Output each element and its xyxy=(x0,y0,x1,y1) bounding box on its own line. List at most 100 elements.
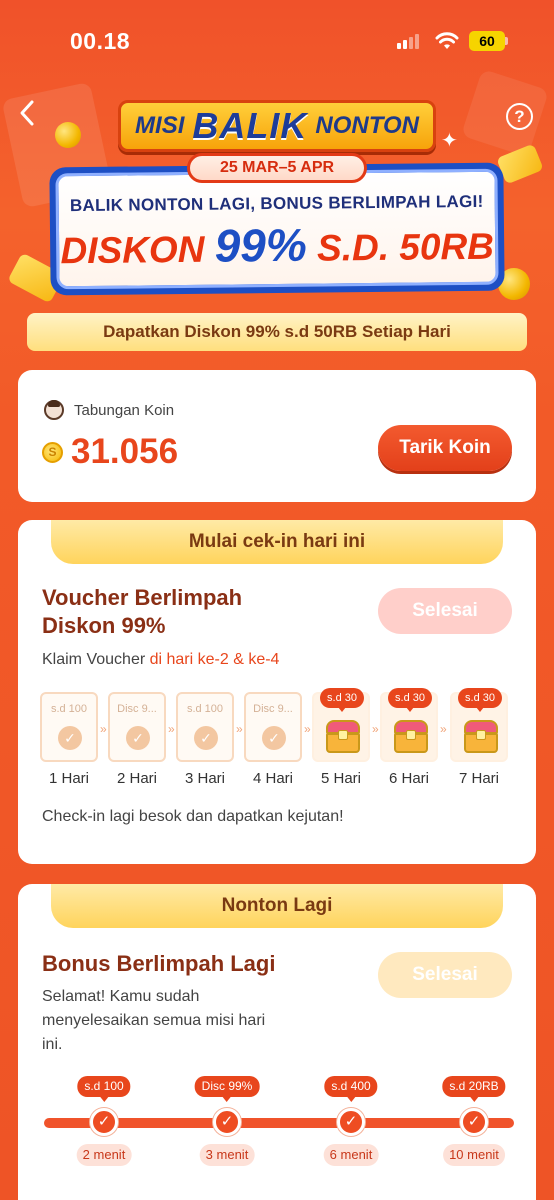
battery-tip xyxy=(505,37,508,45)
promo-inner: BALIK NONTON LAGI, BONUS BERLIMPAH LAGI!… xyxy=(55,168,499,290)
title-left: MISI xyxy=(135,112,185,139)
watch-again-desc: Selamat! Kamu sudah menyelesaikan semua … xyxy=(42,985,265,1057)
day-label: 6 Hari xyxy=(388,770,429,787)
day-box: s.d 100 ✓ xyxy=(176,692,234,762)
promo-suffix: S.D. 50RB xyxy=(316,225,495,269)
desc-line: menyelesaikan semua misi hari xyxy=(42,1012,266,1029)
coin-value-row: S 31.056 xyxy=(42,432,178,472)
day-box: Disc 9... ✓ xyxy=(244,692,302,762)
promo-prefix: DISKON xyxy=(60,228,205,272)
promo-discount: DISKON 99% S.D. 50RB xyxy=(59,216,496,275)
daily-discount-subtitle: Dapatkan Diskon 99% s.d 50RB Setiap Hari xyxy=(27,313,527,351)
coin-savings-label: Tabungan Koin xyxy=(74,401,175,419)
milestone-reward: s.d 100 xyxy=(77,1076,131,1102)
checkin-day[interactable]: s.d 100 ✓ 1 Hari xyxy=(40,692,102,787)
wifi-icon xyxy=(435,32,459,49)
checkin-title-line1: Voucher Berlimpah xyxy=(42,585,243,610)
check-icon: ✓ xyxy=(337,1108,365,1136)
avatar-icon xyxy=(44,400,64,420)
status-time: 00.18 xyxy=(70,28,131,54)
check-icon: ✓ xyxy=(213,1108,241,1136)
title-right: NONTON xyxy=(315,112,419,139)
chevron-right-icon: » xyxy=(440,722,447,736)
check-icon: ✓ xyxy=(262,726,286,750)
desc-line: Selamat! Kamu sudah xyxy=(42,988,200,1005)
chevron-right-icon: » xyxy=(304,722,311,736)
withdraw-coin-button[interactable]: Tarik Koin xyxy=(378,425,512,471)
day-label: 7 Hari xyxy=(458,770,499,787)
signal-icon xyxy=(397,33,419,49)
check-icon: ✓ xyxy=(460,1108,488,1136)
sparkle-icon: ✦ xyxy=(441,130,458,152)
checkin-desc-prefix: Klaim Voucher xyxy=(42,651,150,668)
coin-decor xyxy=(55,122,81,148)
promo-percent: 99% xyxy=(214,218,308,272)
coin-balance: 31.056 xyxy=(71,432,179,471)
day-box: s.d 30 xyxy=(450,688,508,762)
day-amount: Disc 9... xyxy=(117,703,157,715)
watch-again-done-button[interactable]: Selesai xyxy=(378,952,512,998)
checkin-day[interactable]: Disc 9... ✓ 4 Hari xyxy=(244,692,306,787)
day-amount: s.d 100 xyxy=(186,703,224,715)
milestone-label: 3 menit xyxy=(199,1144,255,1166)
watch-again-card: Nonton Lagi Bonus Berlimpah Lagi Selesai… xyxy=(18,884,536,1200)
milestone-reward: s.d 20RB xyxy=(442,1076,506,1102)
coin-savings-card: Tabungan Koin S 31.056 Tarik Koin xyxy=(18,370,536,502)
checkin-title: Voucher Berlimpah Diskon 99% xyxy=(42,584,242,640)
coin-icon: S xyxy=(42,441,63,463)
day-box: s.d 30 xyxy=(312,688,370,762)
title-center: BALIK xyxy=(192,105,308,146)
checkin-day[interactable]: s.d 30 5 Hari xyxy=(312,688,374,787)
milestone-label: 6 menit xyxy=(323,1144,379,1166)
checkin-day[interactable]: s.d 30 7 Hari xyxy=(450,688,512,787)
decor-shape xyxy=(460,68,550,158)
checkin-desc-highlight: di hari ke-2 & ke-4 xyxy=(149,651,280,668)
mission-title-banner: MISI BALIK NONTON xyxy=(118,100,436,152)
day-label: 5 Hari xyxy=(320,770,361,787)
day-box: s.d 30 xyxy=(380,688,438,762)
coin-label-row: Tabungan Koin xyxy=(44,400,174,420)
checkin-desc: Klaim Voucher di hari ke-2 & ke-4 xyxy=(42,648,279,672)
chevron-right-icon: » xyxy=(168,722,175,736)
milestone-reward: s.d 400 xyxy=(324,1076,378,1102)
checkin-days: s.d 100 ✓ 1 Hari » Disc 9... ✓ 2 Hari » … xyxy=(40,688,520,792)
treasure-chest-icon xyxy=(394,720,428,754)
day-label: 2 Hari xyxy=(116,770,157,787)
status-bar: 00.18 60 xyxy=(0,0,554,80)
battery-icon: 60 xyxy=(469,31,505,51)
day-label: 1 Hari xyxy=(48,770,89,787)
watch-again-ribbon: Nonton Lagi xyxy=(51,884,503,928)
watch-progress: s.d 100 ✓ 2 menit Disc 99% ✓ 3 menit s.d… xyxy=(44,1062,514,1166)
reward-tag: s.d 30 xyxy=(320,688,364,712)
checkin-ribbon: Mulai cek-in hari ini xyxy=(51,520,503,564)
day-amount: Disc 9... xyxy=(253,703,293,715)
checkin-title-line2: Diskon 99% xyxy=(42,613,166,638)
milestone-label: 10 menit xyxy=(443,1144,505,1166)
date-range-badge: 25 MAR–5 APR xyxy=(187,153,367,183)
checkin-done-button[interactable]: Selesai xyxy=(378,588,512,634)
checkin-card: Mulai cek-in hari ini Voucher Berlimpah … xyxy=(18,520,536,864)
chevron-right-icon: » xyxy=(100,722,107,736)
day-box: Disc 9... ✓ xyxy=(108,692,166,762)
reward-tag: s.d 30 xyxy=(458,688,502,712)
treasure-chest-icon xyxy=(326,720,360,754)
treasure-chest-icon xyxy=(464,720,498,754)
day-label: 3 Hari xyxy=(184,770,225,787)
check-icon: ✓ xyxy=(194,726,218,750)
checkin-day[interactable]: s.d 30 6 Hari xyxy=(380,688,442,787)
check-icon: ✓ xyxy=(90,1108,118,1136)
check-icon: ✓ xyxy=(126,726,150,750)
desc-line: ini. xyxy=(42,1036,63,1053)
watch-again-title: Bonus Berlimpah Lagi xyxy=(42,951,276,976)
check-icon: ✓ xyxy=(58,726,82,750)
reward-tag: s.d 30 xyxy=(388,688,432,712)
milestone-reward: Disc 99% xyxy=(194,1076,260,1102)
chevron-right-icon: » xyxy=(236,722,243,736)
day-amount: s.d 100 xyxy=(50,703,88,715)
day-box: s.d 100 ✓ xyxy=(40,692,98,762)
checkin-day[interactable]: Disc 9... ✓ 2 Hari xyxy=(108,692,170,787)
day-label: 4 Hari xyxy=(252,770,293,787)
milestone-label: 2 menit xyxy=(76,1144,132,1166)
checkin-day[interactable]: s.d 100 ✓ 3 Hari xyxy=(176,692,238,787)
promo-headline: BALIK NONTON LAGI, BONUS BERLIMPAH LAGI! xyxy=(69,191,484,216)
